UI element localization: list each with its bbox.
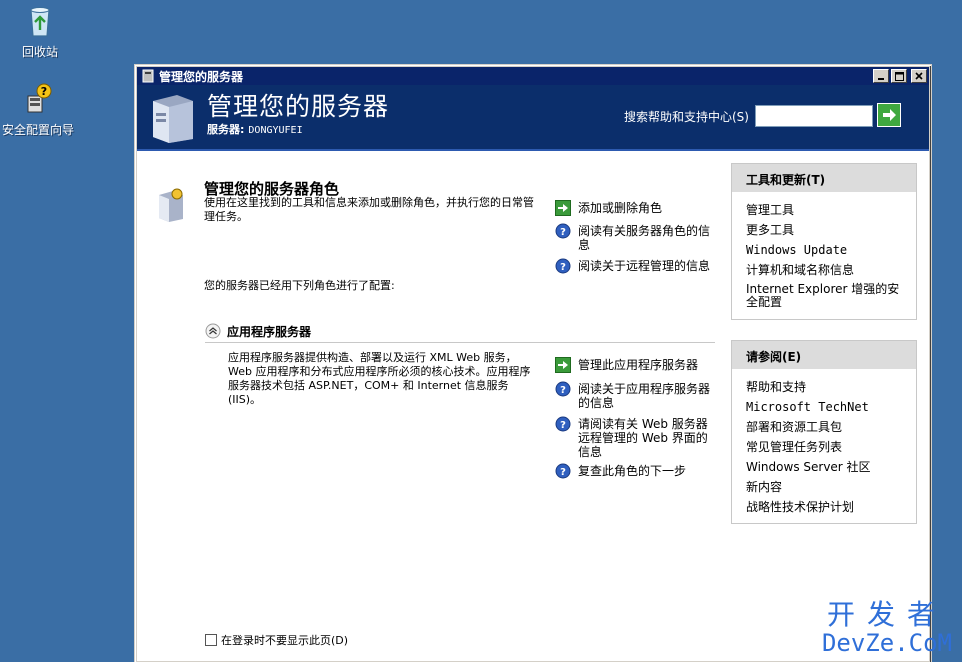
- tools-link-computer-domain[interactable]: 计算机和域名称信息: [746, 260, 908, 280]
- svg-text:?: ?: [560, 262, 566, 273]
- content-area: 管理您的服务器角色 使用在这里找到的工具和信息来添加或删除角色，并执行您的日常管…: [137, 151, 929, 661]
- green-arrow-icon: [555, 200, 571, 216]
- tools-link-ie-security[interactable]: Internet Explorer 增强的安全配置: [746, 280, 908, 313]
- watermark-line1: 开发者: [826, 598, 947, 631]
- svg-text:?: ?: [560, 385, 566, 396]
- read-remote-admin-link[interactable]: ? 阅读关于远程管理的信息: [555, 258, 715, 274]
- configured-roles-text: 您的服务器已经用下列角色进行了配置:: [204, 279, 395, 292]
- watermark: 开发者 DevZe.CoM: [821, 598, 952, 657]
- server-app-icon: [142, 69, 154, 83]
- svg-text:?: ?: [560, 227, 566, 238]
- see-also-link-technet[interactable]: Microsoft TechNet: [746, 397, 908, 417]
- see-also-heading: 请参阅(E): [732, 341, 916, 369]
- see-also-link-tasks[interactable]: 常见管理任务列表: [746, 437, 908, 457]
- role-title: 应用程序服务器: [227, 325, 312, 339]
- search-label: 搜索帮助和支持中心(S): [624, 110, 749, 124]
- tools-updates-panel: 工具和更新(T) 管理工具 更多工具 Windows Update 计算机和域名…: [731, 163, 917, 320]
- read-server-roles-link[interactable]: ? 阅读有关服务器角色的信息: [555, 223, 715, 252]
- role-description: 应用程序服务器提供构造、部署以及运行 XML Web 服务，Web 应用程序和分…: [228, 351, 531, 406]
- dont-show-label: 在登录时不要显示此页(D): [221, 634, 349, 647]
- security-wizard-icon: ?: [27, 83, 52, 113]
- maximize-button[interactable]: [891, 69, 907, 83]
- see-also-link-resource-kit[interactable]: 部署和资源工具包: [746, 417, 908, 437]
- search-go-button[interactable]: [877, 103, 901, 127]
- see-also-link-help[interactable]: 帮助和支持: [746, 377, 908, 397]
- server-name: DONGYUFEI: [248, 125, 303, 136]
- see-also-link-community[interactable]: Windows Server 社区: [746, 457, 908, 477]
- page-header: 管理您的服务器 服务器: DONGYUFEI 搜索帮助和支持中心(S): [137, 85, 929, 151]
- server-info: 服务器: DONGYUFEI: [207, 121, 303, 137]
- maximize-icon: [894, 71, 904, 81]
- arrow-right-icon: [883, 109, 896, 121]
- collapse-chevron-icon[interactable]: [205, 323, 221, 339]
- svg-text:?: ?: [560, 420, 566, 431]
- see-also-panel: 请参阅(E) 帮助和支持 Microsoft TechNet 部署和资源工具包 …: [731, 340, 917, 524]
- help-icon: ?: [555, 416, 571, 432]
- page-title: 管理您的服务器: [207, 92, 390, 121]
- help-icon: ?: [555, 258, 571, 274]
- minimize-button[interactable]: [873, 69, 889, 83]
- security-wizard-label: 安全配置向导: [1, 123, 74, 137]
- recycle-bin-icon: [30, 7, 50, 37]
- close-icon: [915, 72, 923, 80]
- help-icon: ?: [555, 463, 571, 479]
- tools-link-more-tools[interactable]: 更多工具: [746, 220, 908, 240]
- dont-show-checkbox[interactable]: [205, 634, 217, 646]
- watermark-line2: DevZe.CoM: [821, 629, 952, 657]
- server-roles-icon: [159, 188, 183, 222]
- help-icon: ?: [555, 223, 571, 239]
- minimize-icon: [878, 78, 884, 80]
- manage-server-window: 管理您的服务器 管理您的服务器 服务器: DONGYUFEI 搜索帮助和支持中心(…: [134, 64, 932, 662]
- window-title: 管理您的服务器: [159, 69, 244, 84]
- window-titlebar[interactable]: 管理您的服务器: [137, 67, 929, 85]
- review-next-steps-link[interactable]: ? 复查此角色的下一步: [555, 463, 715, 479]
- roles-description: 使用在这里找到的工具和信息来添加或删除角色，并执行您的日常管理任务。: [204, 196, 534, 223]
- help-icon: ?: [555, 381, 571, 397]
- tools-link-windows-update[interactable]: Windows Update: [746, 240, 908, 260]
- security-wizard-shortcut[interactable]: ? 安全配置向导: [0, 82, 78, 138]
- dont-show-checkbox-row[interactable]: 在登录时不要显示此页(D): [205, 632, 348, 648]
- tools-updates-heading: 工具和更新(T): [732, 164, 916, 192]
- recycle-bin-shortcut[interactable]: 回收站: [0, 4, 80, 60]
- server-label: 服务器:: [207, 123, 245, 136]
- recycle-bin-label: 回收站: [21, 45, 58, 59]
- see-also-link-protection[interactable]: 战略性技术保护计划: [746, 497, 908, 517]
- close-button[interactable]: [911, 69, 927, 83]
- read-app-server-link[interactable]: ? 阅读关于应用程序服务器的信息: [555, 381, 715, 410]
- server-illustration-icon: [153, 95, 193, 143]
- read-web-remote-admin-link[interactable]: ? 请阅读有关 Web 服务器远程管理的 Web 界面的信息: [555, 416, 715, 459]
- role-section-header: 应用程序服务器: [205, 321, 715, 343]
- see-also-link-whats-new[interactable]: 新内容: [746, 477, 908, 497]
- search-input[interactable]: [755, 105, 873, 127]
- manage-app-server-link[interactable]: 管理此应用程序服务器: [555, 357, 715, 373]
- tools-link-admin-tools[interactable]: 管理工具: [746, 200, 908, 220]
- green-arrow-icon: [555, 357, 571, 373]
- svg-text:?: ?: [41, 85, 47, 98]
- svg-text:?: ?: [560, 467, 566, 478]
- add-remove-role-link[interactable]: 添加或删除角色: [555, 200, 715, 216]
